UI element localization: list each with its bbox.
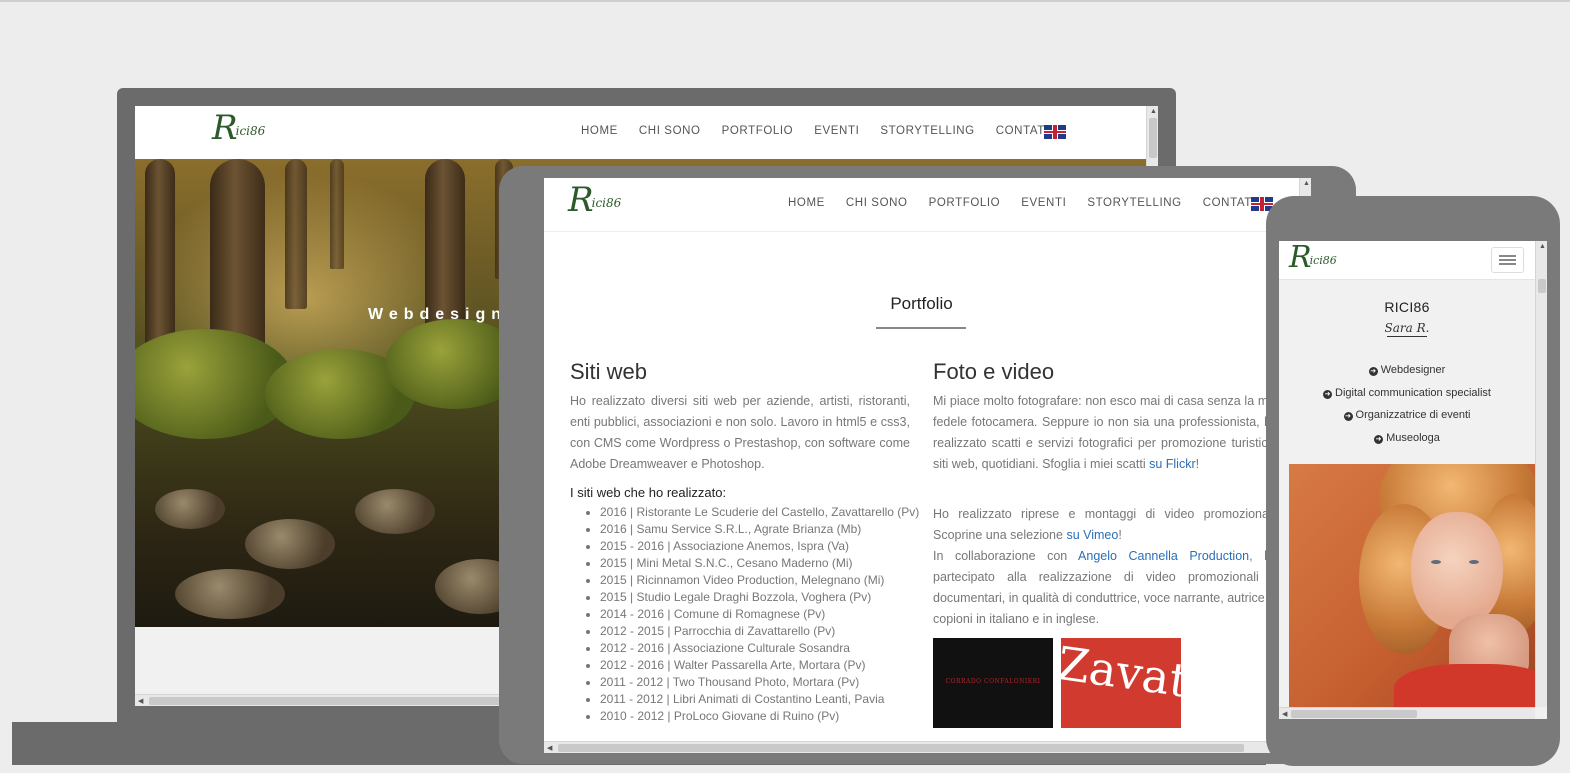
page-top-border: [0, 0, 1570, 2]
hero-title: Webdesign: [368, 306, 508, 323]
arrow-circle-icon: ➜: [1368, 367, 1378, 376]
profile-signature: Sara R.: [1384, 321, 1430, 335]
tablet-horizontal-scrollbar[interactable]: ◀: [544, 741, 1299, 753]
nav-chi-sono[interactable]: CHI SONO: [639, 125, 701, 137]
laptop-navbar: R ici86 HOME CHI SONO PORTFOLIO EVENTI S…: [135, 106, 1146, 159]
list-item: 2012 - 2016 | Walter Passarella Arte, Mo…: [600, 657, 920, 674]
logo-mark: R: [1289, 241, 1312, 275]
profile-photo: [1289, 464, 1535, 707]
logo-text: ici86: [591, 196, 622, 210]
nav-chi-sono[interactable]: CHI SONO: [846, 197, 908, 209]
nav-storytelling[interactable]: STORYTELLING: [880, 125, 974, 137]
vimeo-link[interactable]: su Vimeo: [1066, 528, 1118, 542]
list-item: 2016 | Ristorante Le Scuderie del Castel…: [600, 504, 920, 521]
arrow-circle-icon: ➜: [1343, 412, 1353, 421]
list-item: 2011 - 2012 | Libri Animati di Costantin…: [600, 691, 920, 708]
uk-flag-icon[interactable]: [1044, 125, 1066, 139]
photo-paragraph-end: !: [1195, 457, 1200, 471]
list-item: 2016 | Samu Service S.R.L., Agrate Brian…: [600, 521, 920, 538]
list-item: 2012 - 2016 | Associazione Culturale Sos…: [600, 640, 920, 657]
phone-horizontal-scrollbar[interactable]: ◀: [1279, 707, 1535, 719]
nav-portfolio[interactable]: PORTFOLIO: [929, 197, 1001, 209]
nav-home[interactable]: HOME: [788, 197, 825, 209]
role-label: Museologa: [1386, 431, 1440, 444]
arrow-circle-icon: ➜: [1374, 434, 1384, 444]
tablet-nav-menu: HOME CHI SONO PORTFOLIO EVENTI STORYTELL…: [788, 197, 1263, 209]
section-divider: [876, 327, 966, 329]
video-thumbnail-2[interactable]: Zavatta: [1061, 638, 1181, 728]
list-item: 2011 - 2012 | Two Thousand Photo, Mortar…: [600, 674, 920, 691]
tablet-screen: R ici86 HOME CHI SONO PORTFOLIO EVENTI S…: [544, 178, 1311, 753]
list-item: 2015 - 2016 | Associazione Anemos, Ispra…: [600, 538, 920, 555]
photo-paragraph: Mi piace molto fotografare: non esco mai…: [933, 391, 1278, 475]
flickr-link[interactable]: su Flickr: [1149, 457, 1196, 471]
photo-paragraph-text: Mi piace molto fotografare: non esco mai…: [933, 394, 1278, 471]
list-item: 2012 - 2015 | Parrocchia di Zavattarello…: [600, 623, 920, 640]
logo-text: ici86: [1309, 254, 1337, 267]
nav-home[interactable]: HOME: [581, 125, 618, 137]
logo-mark: R: [568, 180, 594, 220]
role-item: ➜ Organizzatrice di eventi: [1279, 404, 1535, 427]
phone-vertical-scrollbar[interactable]: ▲: [1535, 241, 1547, 707]
laptop-logo[interactable]: R ici86: [212, 108, 265, 148]
list-item: 2014 - 2016 | Comune di Romagnese (Pv): [600, 606, 920, 623]
nav-eventi[interactable]: EVENTI: [1021, 197, 1066, 209]
role-item: ➜ Museologa: [1279, 427, 1535, 450]
tablet-navbar: R ici86 HOME CHI SONO PORTFOLIO EVENTI S…: [544, 178, 1299, 232]
section-title: Portfolio: [890, 294, 953, 313]
arrow-circle-icon: ➜: [1323, 389, 1333, 399]
websites-list: 2016 | Ristorante Le Scuderie del Castel…: [570, 504, 920, 725]
list-item: 2015 | Studio Legale Draghi Bozzola, Vog…: [600, 589, 920, 606]
websites-intro: Ho realizzato diversi siti web per azien…: [570, 394, 910, 471]
role-item: ➜ Digital communication specialist: [1279, 382, 1535, 405]
nav-portfolio[interactable]: PORTFOLIO: [722, 125, 794, 137]
websites-list-heading: I siti web che ho realizzato:: [570, 485, 727, 500]
tablet-logo[interactable]: R ici86: [568, 180, 621, 220]
nav-eventi[interactable]: EVENTI: [814, 125, 859, 137]
list-item: 2015 | Mini Metal S.N.C., Cesano Maderno…: [600, 555, 920, 572]
role-label: Webdesigner: [1380, 364, 1446, 376]
nav-storytelling[interactable]: STORYTELLING: [1087, 197, 1181, 209]
profile-name: RICI86: [1384, 299, 1430, 315]
list-item: 2010 - 2012 | ProLoco Giovane di Ruino (…: [600, 708, 920, 725]
video-paragraph: Ho realizzato riprese e montaggi di vide…: [933, 504, 1278, 630]
role-item: ➜ Webdesigner: [1279, 359, 1535, 382]
hamburger-menu-icon[interactable]: [1491, 247, 1524, 273]
thumbnail-1-caption: CORRADO CONFALONIERI: [945, 678, 1041, 685]
logo-mark: R: [212, 108, 238, 148]
thumbnail-2-caption: Zavatta: [1061, 638, 1181, 715]
phone-screen: R ici86 RICI86 Sara R. ➜ Webdesigner ➜ Dig…: [1279, 241, 1547, 719]
photo-video-heading: Foto e video: [933, 359, 1055, 384]
profile-roles: ➜ Webdesigner ➜ Digital communication spec…: [1279, 359, 1535, 449]
role-label: Organizzatrice di eventi: [1355, 409, 1471, 421]
phone-logo[interactable]: R ici86: [1289, 241, 1337, 275]
video-paragraph-end: !: [1118, 528, 1122, 542]
phone-navbar: R ici86: [1279, 241, 1535, 280]
production-link[interactable]: Angelo Cannella Production: [1078, 549, 1249, 563]
video-thumbnail-1[interactable]: CORRADO CONFALONIERI: [933, 638, 1053, 728]
laptop-nav-menu: HOME CHI SONO PORTFOLIO EVENTI STORYTELL…: [581, 125, 1056, 137]
logo-text: ici86: [235, 124, 266, 138]
role-label: Digital communication specialist: [1335, 386, 1491, 399]
list-item: 2015 | Ricinnamon Video Production, Mele…: [600, 572, 920, 589]
websites-heading: Siti web: [570, 359, 648, 384]
signature-underline: [1387, 336, 1427, 337]
collab-paragraph-text: In collaborazione con: [933, 549, 1079, 563]
